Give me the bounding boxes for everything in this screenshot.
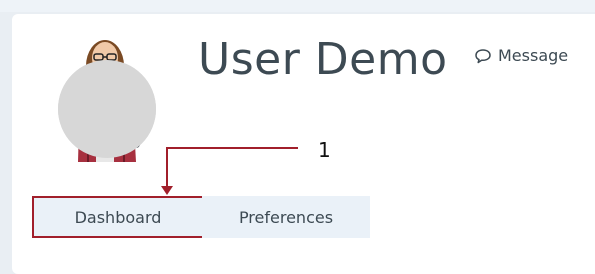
callout-line [166,147,298,149]
user-name: User Demo [198,34,448,85]
avatar-background [58,60,156,158]
avatar [58,30,158,162]
callout-vertical-line [166,147,168,190]
tab-preferences-label: Preferences [238,207,334,227]
tab-dashboard[interactable]: Dashboard [32,196,220,238]
callout-number: 1 [318,138,331,162]
message-button[interactable]: Message [474,46,568,65]
speech-bubble-icon [475,48,491,63]
top-band [0,0,595,12]
tab-bar: Dashboard Preferences [32,196,370,238]
tab-preferences[interactable]: Preferences [202,196,370,238]
message-label: Message [498,46,569,65]
tab-dashboard-label: Dashboard [74,207,162,227]
callout-arrow-icon [161,186,173,195]
